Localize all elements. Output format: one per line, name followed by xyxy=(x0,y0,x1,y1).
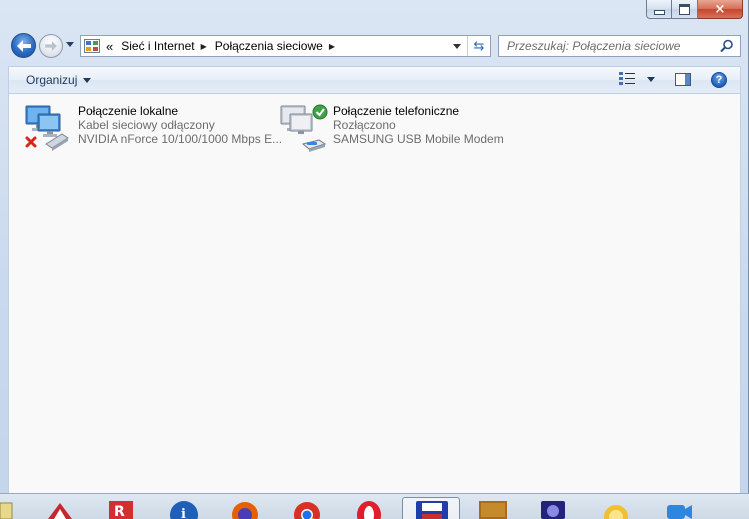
connection-name: Połączenie telefoniczne xyxy=(333,104,504,118)
firefox-icon[interactable] xyxy=(229,497,261,519)
info-icon[interactable]: i xyxy=(168,497,200,519)
maximize-icon xyxy=(679,4,690,15)
control-panel-icon xyxy=(84,39,100,53)
connection-item-local[interactable]: Połączenie lokalne Kabel sieciowy odłącz… xyxy=(24,104,282,156)
chevron-down-icon[interactable] xyxy=(647,77,655,82)
camera-icon[interactable] xyxy=(662,497,694,519)
connection-item-dialup[interactable]: Połączenie telefoniczne Rozłączono SAMSU… xyxy=(279,104,504,156)
connection-device: SAMSUNG USB Mobile Modem xyxy=(333,132,504,146)
caption-buttons: × xyxy=(646,0,743,19)
network-computers-icon xyxy=(24,104,76,156)
minimize-button[interactable] xyxy=(646,0,672,19)
recent-pages-dropdown[interactable] xyxy=(66,42,74,47)
chevron-down-icon xyxy=(453,44,461,49)
taskbar: R i xyxy=(0,493,749,519)
breadcrumb-chevron-icon[interactable]: ▶ xyxy=(329,42,335,51)
pdf-icon[interactable]: R xyxy=(105,497,137,519)
modem-connection-icon xyxy=(279,104,331,156)
chevron-down-icon xyxy=(83,78,91,83)
breadcrumb-chevron-icon[interactable]: ▶ xyxy=(201,42,207,51)
connection-name: Połączenie lokalne xyxy=(78,104,282,118)
explorer-window: × « Sieć i Internet ▶ Połączenia sieciow… xyxy=(0,0,749,493)
breadcrumb: « Sieć i Internet ▶ Połączenia sieciowe … xyxy=(106,39,343,54)
forward-button[interactable] xyxy=(39,34,63,58)
connection-status: Kabel sieciowy odłączony xyxy=(78,118,282,132)
close-button[interactable]: × xyxy=(698,0,743,19)
breadcrumb-polaczenia-sieciowe[interactable]: Połączenia sieciowe xyxy=(215,39,323,53)
maximize-button[interactable] xyxy=(672,0,698,19)
command-bar: Organizuj ? xyxy=(8,66,741,94)
floppy-save-icon[interactable] xyxy=(402,497,460,519)
breadcrumb-siec-i-internet[interactable]: Sieć i Internet xyxy=(121,39,194,53)
address-bar[interactable]: « Sieć i Internet ▶ Połączenia sieciowe … xyxy=(80,35,491,57)
app-icon[interactable] xyxy=(0,497,14,519)
connection-status: Rozłączono xyxy=(333,118,504,132)
search-icon[interactable] xyxy=(720,39,734,53)
connections-list: Połączenie lokalne Kabel sieciowy odłącz… xyxy=(8,94,741,493)
details-view-icon xyxy=(619,72,635,86)
organize-button[interactable]: Organizuj xyxy=(26,73,91,87)
pdf-icon[interactable] xyxy=(44,497,76,519)
breadcrumb-overflow[interactable]: « xyxy=(106,39,113,54)
search-input[interactable] xyxy=(507,37,717,55)
change-view-button[interactable] xyxy=(619,72,655,86)
refresh-button[interactable]: ⇆ xyxy=(467,36,490,56)
address-dropdown-button[interactable] xyxy=(450,39,464,53)
chrome-icon[interactable] xyxy=(291,497,323,519)
navigation-row: « Sieć i Internet ▶ Połączenia sieciowe … xyxy=(0,30,749,64)
refresh-icon: ⇆ xyxy=(474,39,485,54)
arrow-left-icon xyxy=(17,40,31,52)
minimize-icon xyxy=(654,10,665,15)
preview-pane-icon[interactable] xyxy=(675,73,691,86)
title-bar: × xyxy=(0,0,749,28)
connection-text: Połączenie lokalne Kabel sieciowy odłącz… xyxy=(78,104,282,156)
box-icon[interactable] xyxy=(477,497,509,519)
search-box[interactable] xyxy=(498,35,741,57)
media-icon[interactable] xyxy=(537,497,569,519)
svg-text:R: R xyxy=(114,504,125,519)
help-icon[interactable]: ? xyxy=(711,72,727,88)
svg-text:i: i xyxy=(181,507,186,519)
arrow-right-icon xyxy=(45,41,57,51)
close-icon: × xyxy=(715,2,726,17)
back-button[interactable] xyxy=(11,33,36,58)
opera-icon[interactable] xyxy=(353,497,385,519)
organize-label: Organizuj xyxy=(26,73,77,87)
sun-icon[interactable] xyxy=(600,497,632,519)
connection-device: NVIDIA nForce 10/100/1000 Mbps E... xyxy=(78,132,282,146)
connection-text: Połączenie telefoniczne Rozłączono SAMSU… xyxy=(333,104,504,156)
